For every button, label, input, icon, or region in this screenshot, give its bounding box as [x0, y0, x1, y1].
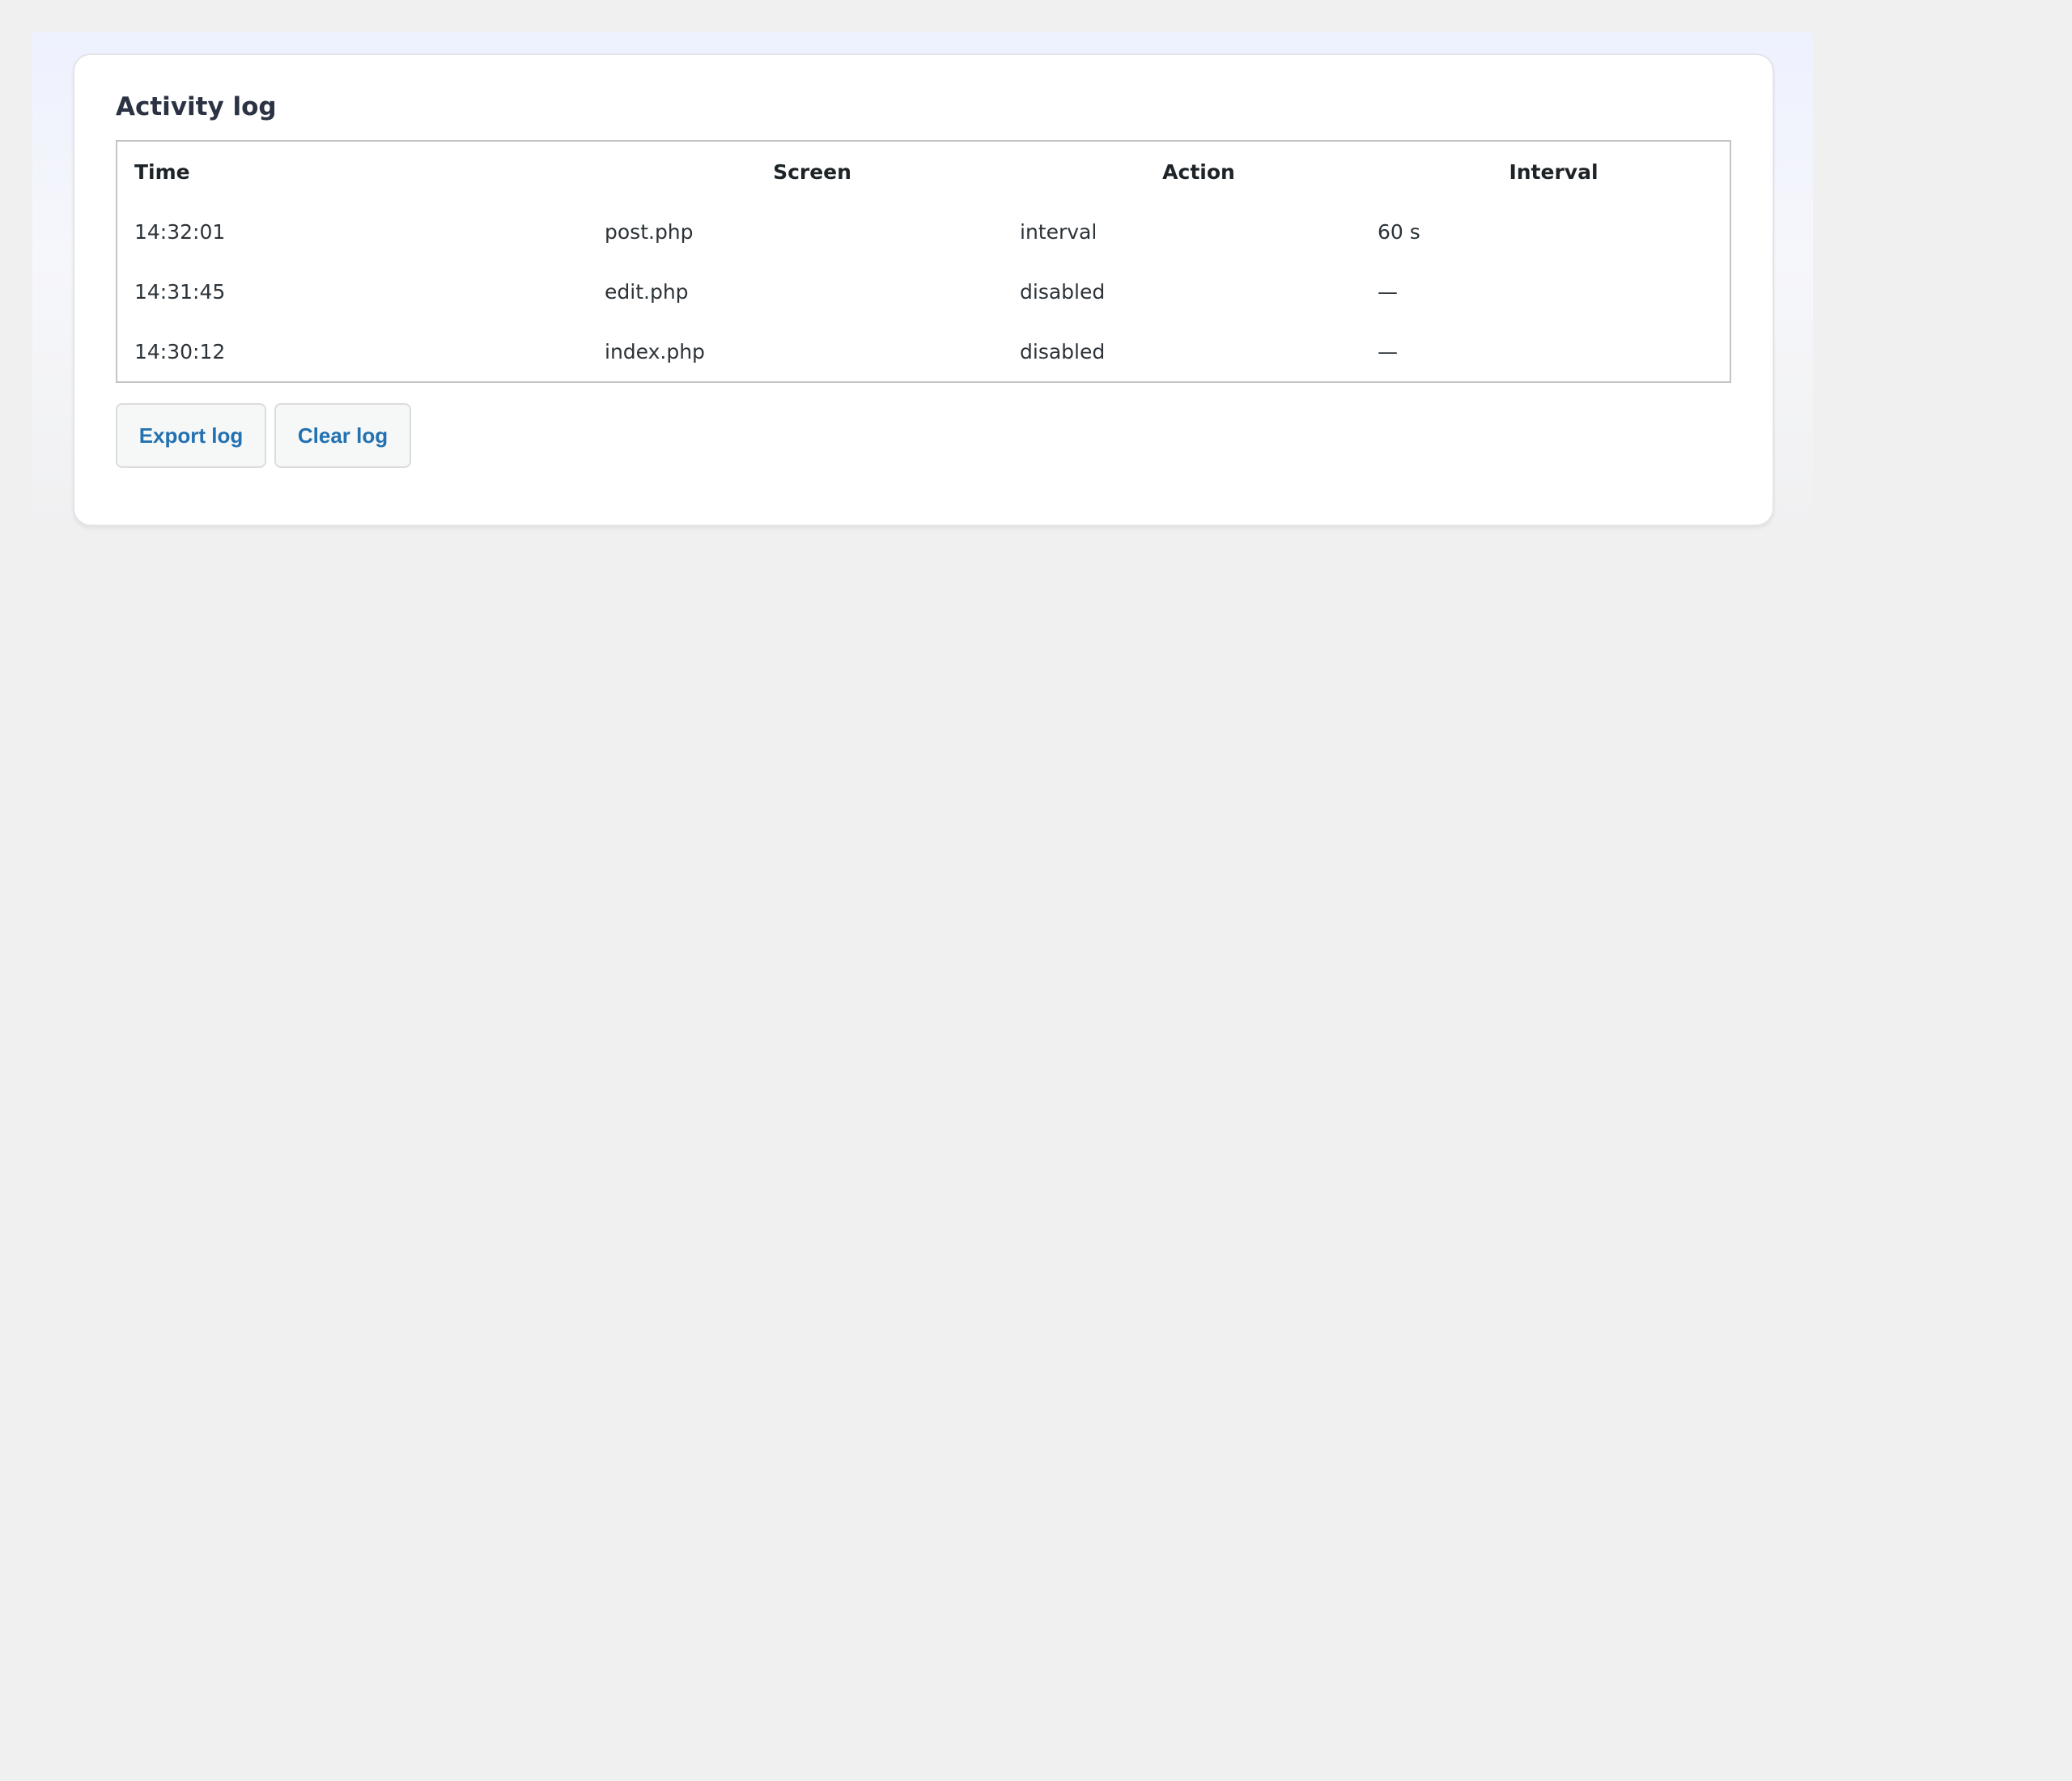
cell-screen: post.php [605, 219, 694, 244]
column-header-screen[interactable]: Screen [605, 141, 1020, 202]
table-header: Time Screen Action Interval [117, 141, 1730, 202]
cell-interval: — [1378, 279, 1398, 304]
export-log-button[interactable]: Export log [116, 403, 266, 468]
table-row: 14:31:45 edit.php disabled — [117, 261, 1730, 321]
column-header-action[interactable]: Action [1020, 141, 1378, 202]
cell-time: 14:31:45 [134, 279, 226, 304]
cell-screen: index.php [605, 339, 705, 363]
cell-action: interval [1020, 219, 1098, 244]
table-row: 14:32:01 post.php interval 60 s [117, 202, 1730, 261]
cell-screen: edit.php [605, 279, 689, 304]
activity-log-table: Time Screen Action Interval 14:32:01 pos… [116, 140, 1731, 383]
table-row: 14:30:12 index.php disabled — [117, 321, 1730, 382]
cell-interval: 60 s [1378, 219, 1420, 244]
cell-action: disabled [1020, 279, 1106, 304]
cell-action: disabled [1020, 339, 1106, 363]
card-title: Activity log [116, 92, 277, 121]
activity-log-card: Activity log Time Screen Action Interval… [73, 53, 1774, 526]
table-header-row: Time Screen Action Interval [117, 141, 1730, 202]
clear-log-button[interactable]: Clear log [274, 403, 411, 468]
cell-time: 14:32:01 [134, 219, 226, 244]
table-body: 14:32:01 post.php interval 60 s 14:31:45… [117, 202, 1730, 382]
column-header-time[interactable]: Time [117, 141, 605, 202]
page-background: Activity log Time Screen Action Interval… [32, 32, 1813, 534]
cell-time: 14:30:12 [134, 339, 226, 363]
cell-interval: — [1378, 339, 1398, 363]
column-header-interval[interactable]: Interval [1378, 141, 1730, 202]
